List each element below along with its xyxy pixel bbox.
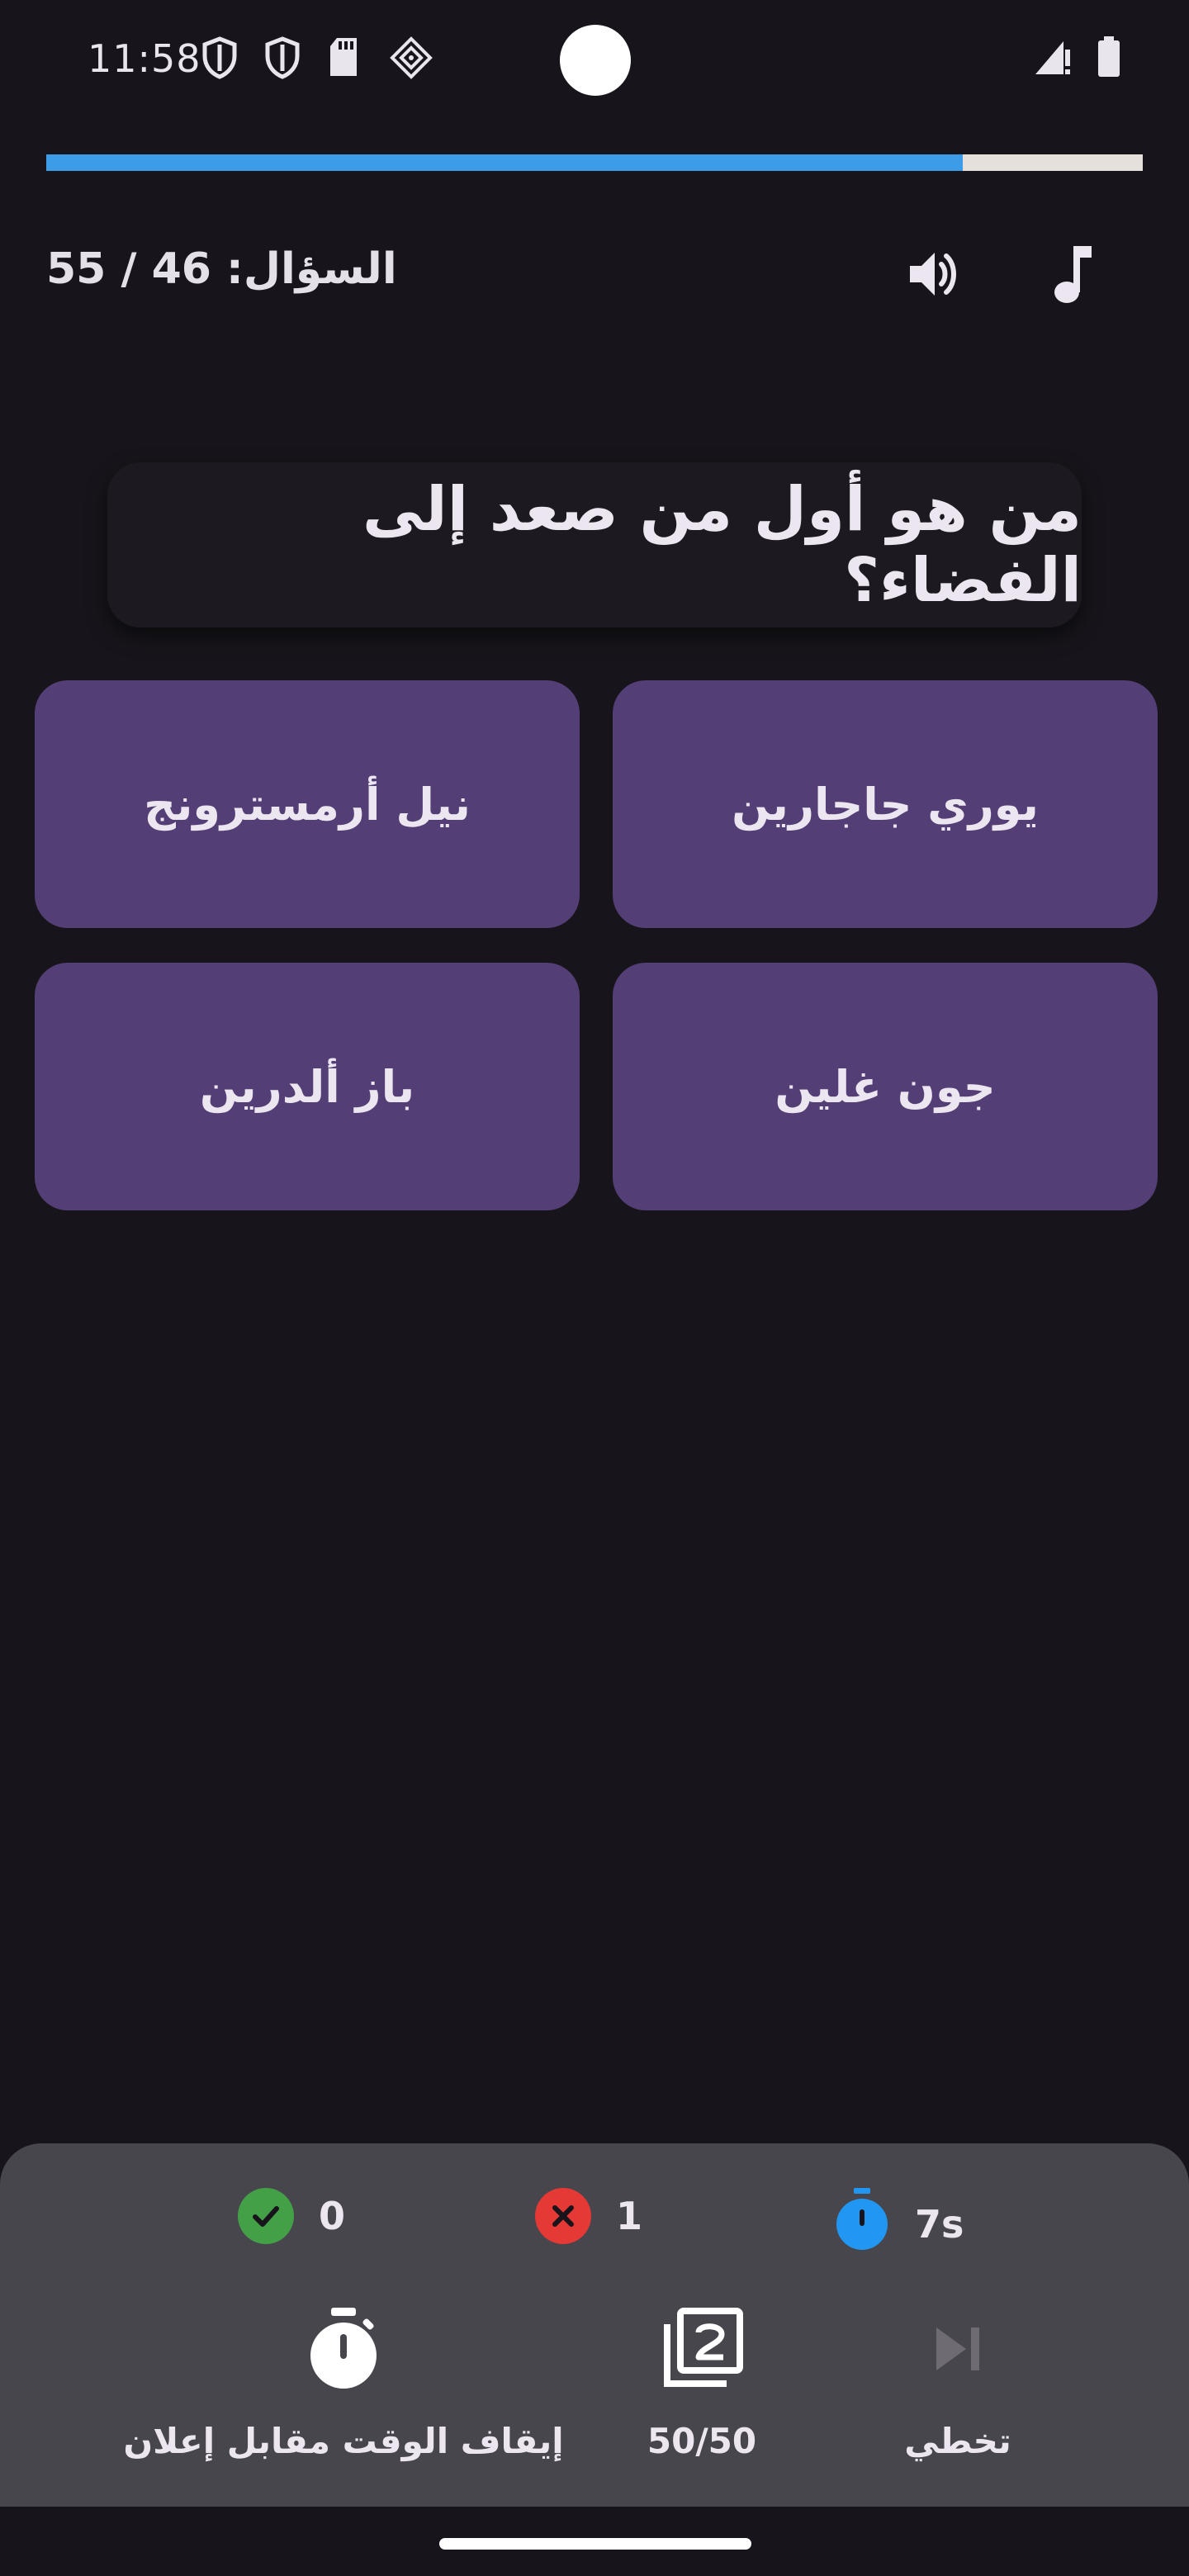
volume-button[interactable] — [893, 233, 976, 315]
pause-time-label: إيقاف الوقت مقابل إعلان — [123, 2421, 564, 2461]
music-note-icon — [1054, 246, 1092, 303]
skip-button[interactable]: تخطي — [875, 2304, 1040, 2461]
timer-icon — [306, 2304, 381, 2394]
time-remaining: 7s — [915, 2201, 964, 2247]
battery-icon — [1097, 36, 1121, 81]
quiz-progress-fill — [46, 154, 964, 171]
answer-option-1[interactable]: يوري جاجارين — [613, 680, 1158, 928]
status-system-icons — [1034, 36, 1121, 81]
correct-count-stat: 0 — [238, 2188, 345, 2244]
check-circle-icon — [238, 2188, 294, 2244]
filter-two-icon — [659, 2304, 745, 2394]
status-notification-icons — [201, 36, 436, 83]
home-indicator[interactable] — [439, 2538, 751, 2550]
signal-icon — [1034, 38, 1073, 79]
wrong-count: 1 — [616, 2194, 643, 2238]
wrong-count-stat: 1 — [535, 2188, 642, 2244]
status-bar: 11:58 — [0, 0, 1189, 124]
quiz-progress-bar — [46, 154, 1143, 171]
status-time: 11:58 — [88, 36, 201, 81]
answer-option-2[interactable]: نيل أرمسترونج — [35, 680, 580, 928]
time-stat: 7s — [834, 2188, 964, 2260]
answer-option-3[interactable]: جون غلين — [613, 963, 1158, 1210]
fifty-fifty-label: 50/50 — [647, 2421, 757, 2461]
cross-circle-icon — [535, 2188, 591, 2244]
music-button[interactable] — [1034, 233, 1116, 315]
skip-next-icon — [931, 2304, 984, 2394]
camera-cutout — [560, 25, 631, 96]
pause-time-for-ad-button[interactable]: إيقاف الوقت مقابل إعلان — [123, 2304, 564, 2461]
volume-icon — [910, 253, 956, 296]
sd-card-icon — [327, 36, 373, 83]
stopwatch-icon — [834, 2188, 890, 2260]
skip-label: تخطي — [904, 2421, 1011, 2461]
correct-count: 0 — [319, 2194, 346, 2238]
shield-icon — [264, 36, 310, 83]
vpn-key-icon — [390, 36, 436, 83]
shield-icon — [201, 36, 248, 83]
quiz-screen: 11:58 السؤال: 46 / 55 من هو أول من صعد إ… — [0, 0, 1189, 2576]
fifty-fifty-button[interactable]: 50/50 — [628, 2304, 776, 2461]
question-counter: السؤال: 46 / 55 — [46, 244, 397, 294]
answer-option-4[interactable]: باز ألدرين — [35, 963, 580, 1210]
question-card: من هو أول من صعد إلى الفضاء؟ — [107, 462, 1082, 627]
question-text: من هو أول من صعد إلى الفضاء؟ — [362, 474, 1082, 616]
